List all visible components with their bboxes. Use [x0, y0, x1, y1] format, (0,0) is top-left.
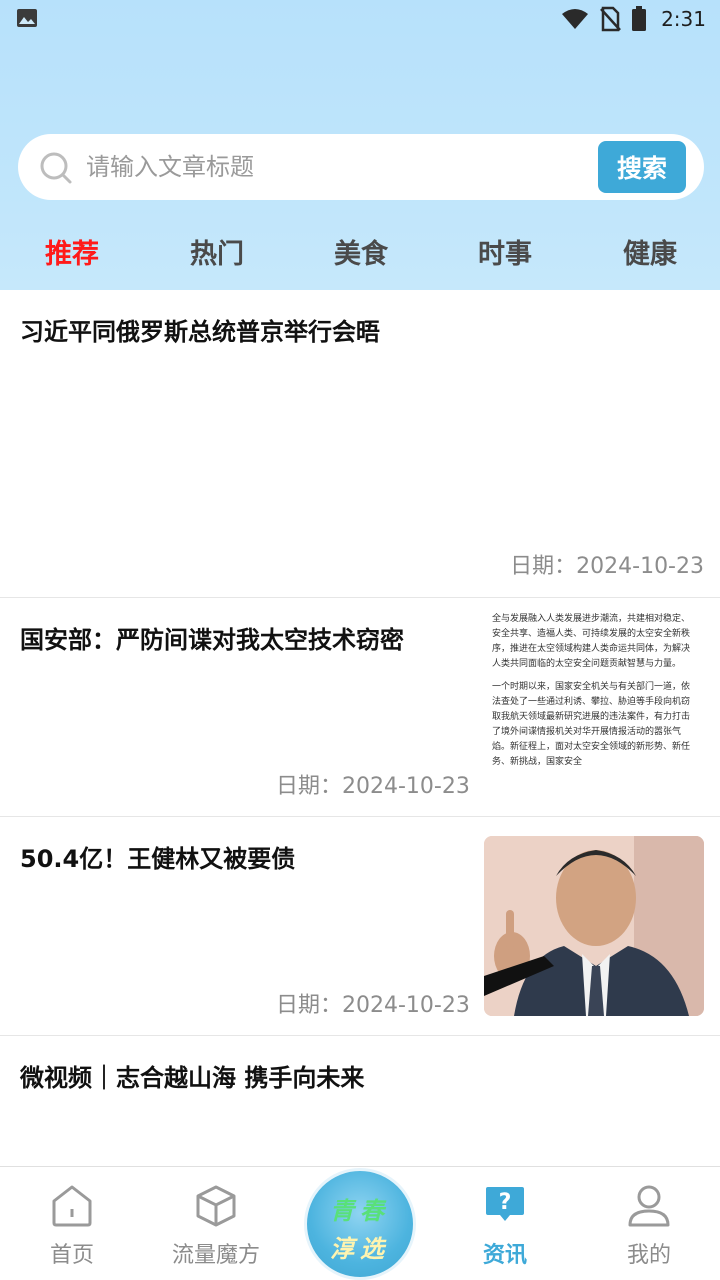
tab-food[interactable]: 美食: [301, 232, 421, 271]
home-icon: [52, 1185, 92, 1227]
article-item[interactable]: 微视频｜志合越山海 携手向未来: [0, 1036, 720, 1166]
no-sim-icon: [600, 6, 622, 32]
nav-home[interactable]: 首页: [0, 1167, 144, 1280]
person-photo-illustration: [484, 836, 704, 1016]
article-title: 国安部：严防间谍对我太空技术窃密: [20, 626, 404, 654]
tab-current-affairs[interactable]: 时事: [445, 232, 565, 271]
article-thumbnail: 全与发展融入人类发展进步潮流，共建相对稳定、安全共享、造福人类、可持续发展的太空…: [484, 612, 704, 798]
article-item[interactable]: 习近平同俄罗斯总统普京举行会晤 日期：2024-10-23: [0, 290, 720, 598]
image-notification-icon: [17, 9, 37, 27]
nav-label: 流量魔方: [171, 1243, 260, 1268]
article-date: 日期：2024-10-23: [276, 774, 470, 799]
article-date: 日期：2024-10-23: [510, 554, 704, 579]
status-time: 2:31: [661, 7, 706, 31]
nav-profile[interactable]: 我的: [577, 1167, 720, 1280]
status-bar: 2:31: [0, 0, 720, 38]
thumbnail-text: 全与发展融入人类发展进步潮流，共建相对稳定、安全共享、造福人类、可持续发展的太空…: [492, 614, 691, 669]
nav-label: 资讯: [482, 1243, 527, 1268]
search-bar: 搜索: [18, 134, 704, 200]
question-bubble-icon: ?: [486, 1187, 524, 1221]
tab-health[interactable]: 健康: [590, 232, 710, 271]
article-item[interactable]: 50.4亿！王健林又被要债 日期：2024-10-23: [0, 817, 720, 1036]
badge-line-2: 淳选: [330, 1235, 390, 1263]
user-icon: [628, 1185, 670, 1227]
svg-text:?: ?: [499, 1190, 512, 1215]
nav-label: 首页: [49, 1243, 94, 1268]
center-promo-button[interactable]: 青春 淳选: [304, 1168, 416, 1280]
wifi-icon: [562, 9, 589, 29]
tab-recommended[interactable]: 推荐: [12, 232, 132, 271]
battery-icon: [632, 6, 647, 31]
badge-line-1: 青春: [330, 1197, 390, 1225]
article-item[interactable]: 国安部：严防间谍对我太空技术窃密 日期：2024-10-23 全与发展融入人类发…: [0, 598, 720, 817]
search-input[interactable]: [86, 144, 586, 190]
search-button[interactable]: 搜索: [598, 141, 686, 193]
tab-hot[interactable]: 热门: [157, 232, 277, 271]
article-date: 日期：2024-10-23: [276, 993, 470, 1018]
thumbnail-text: 一个时期以来，国家安全机关与有关部门一道，依法查处了一些通过利诱、攀拉、胁迫等手…: [492, 682, 691, 767]
article-title: 微视频｜志合越山海 携手向未来: [20, 1064, 365, 1092]
search-icon: [40, 152, 72, 184]
article-title: 50.4亿！王健林又被要债: [20, 845, 296, 873]
nav-label: 我的: [626, 1243, 671, 1268]
article-photo: [484, 836, 704, 1016]
nav-traffic-cube[interactable]: 流量魔方: [144, 1167, 288, 1280]
cube-icon: [196, 1185, 236, 1227]
category-tabs: 推荐 热门 美食 时事 健康: [0, 232, 720, 282]
article-title: 习近平同俄罗斯总统普京举行会晤: [20, 318, 380, 346]
nav-news[interactable]: ? 资讯: [433, 1167, 577, 1280]
